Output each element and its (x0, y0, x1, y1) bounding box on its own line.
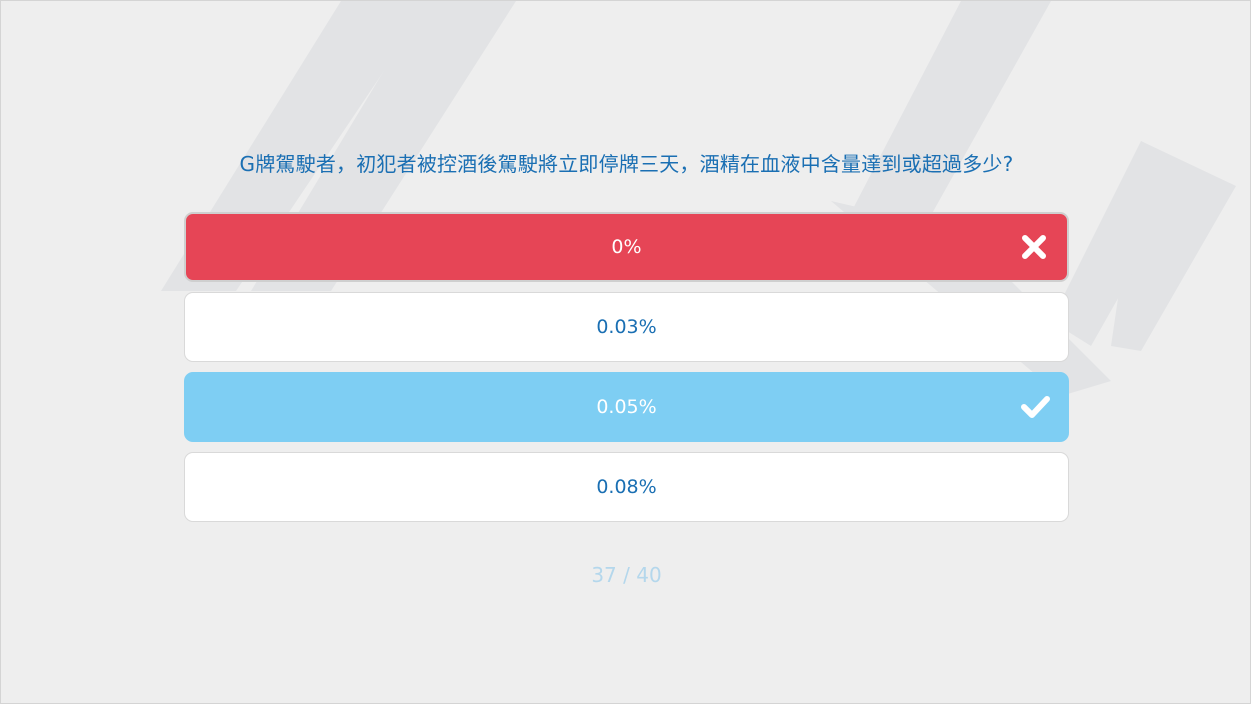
checkmark-icon (1021, 396, 1050, 418)
answer-option-label: 0.08% (596, 476, 657, 498)
answer-option-2[interactable]: 0.03% (184, 292, 1069, 362)
answer-option-label: 0% (611, 236, 642, 258)
answer-option-label: 0.03% (596, 316, 657, 338)
question-text: G牌駕駛者，初犯者被控酒後駕駛將立即停牌三天，酒精在血液中含量達到或超過多少? (239, 152, 1014, 176)
answer-options: 0% 0.03% 0.05% 0.08% (184, 212, 1069, 532)
answer-option-label: 0.05% (596, 396, 657, 418)
answer-option-1[interactable]: 0% (184, 212, 1069, 282)
quiz-page: G牌駕駛者，初犯者被控酒後駕駛將立即停牌三天，酒精在血液中含量達到或超過多少? … (0, 0, 1251, 704)
x-icon (1022, 235, 1046, 259)
question-progress: 37 / 40 (591, 563, 662, 587)
answer-option-3[interactable]: 0.05% (184, 372, 1069, 442)
answer-option-4[interactable]: 0.08% (184, 452, 1069, 522)
